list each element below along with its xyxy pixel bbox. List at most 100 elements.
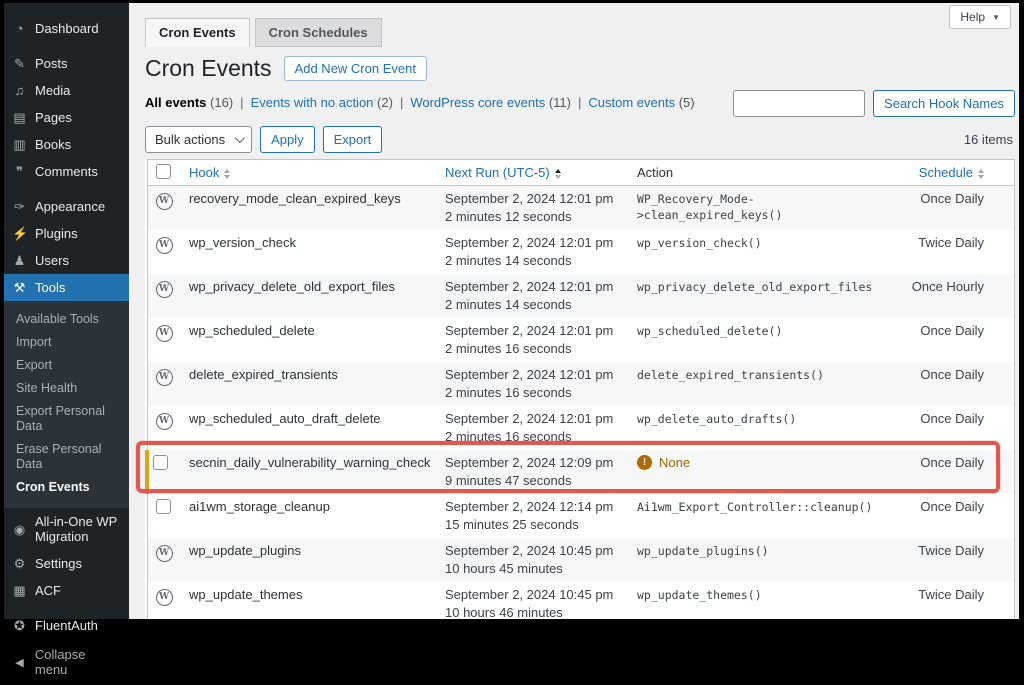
- next-run-date: September 2, 2024 12:01 pm: [445, 235, 621, 251]
- acf-icon: ▦: [12, 583, 27, 598]
- schedule-cell: Once Hourly: [871, 274, 1015, 318]
- page-title: Cron Events: [145, 55, 272, 82]
- sort-arrows-icon: [224, 169, 230, 179]
- filter-custom-events[interactable]: Custom events (5): [588, 95, 694, 110]
- next-run-date: September 2, 2024 12:01 pm: [445, 279, 621, 295]
- pushpin-icon: ✎: [12, 56, 27, 71]
- row-leading-cell: [147, 450, 181, 494]
- action-callback: wp_version_check(): [637, 236, 762, 250]
- next-run-date: September 2, 2024 12:01 pm: [445, 411, 621, 427]
- row-leading-cell: W: [147, 274, 181, 318]
- apply-button[interactable]: Apply: [260, 126, 315, 153]
- action-callback: wp_scheduled_delete(): [637, 324, 782, 338]
- schedule-value: Twice Daily: [918, 543, 984, 558]
- submenu-item-site-health[interactable]: Site Health: [4, 377, 129, 400]
- action-cell: ! None: [629, 450, 871, 494]
- filter-wordpress-core-events[interactable]: WordPress core events (11): [410, 95, 571, 110]
- next-run-date: September 2, 2024 12:09 pm: [445, 455, 621, 471]
- submenu-item-available-tools[interactable]: Available Tools: [4, 308, 129, 331]
- schedule-value: Once Daily: [920, 191, 984, 206]
- filter-all-events[interactable]: All events (16): [145, 95, 233, 110]
- sidebar-item-plugins[interactable]: ⚡Plugins: [4, 220, 129, 247]
- next-run-relative: 2 minutes 16 seconds: [445, 385, 621, 401]
- filters-and-search-row: All events (16) | Events with no action (2…: [145, 90, 1015, 117]
- filter-separator: |: [240, 95, 243, 110]
- event-filters: All events (16) | Events with no action (2…: [145, 90, 695, 110]
- tab-cron-schedules[interactable]: Cron Schedules: [255, 18, 382, 47]
- collapse-menu-label: Collapse menu: [35, 647, 121, 677]
- sidebar-item-ai1wm[interactable]: ◉All-in-One WP Migration: [4, 508, 129, 550]
- submenu-item-import[interactable]: Import: [4, 331, 129, 354]
- sidebar-item-dashboard[interactable]: ◔Dashboard: [4, 15, 129, 42]
- admin-menu-lower: ◉All-in-One WP Migration⚙Settings▦ACF ✪Fl…: [4, 508, 129, 639]
- row-checkbox[interactable]: [153, 455, 168, 470]
- action-warning: ! None: [637, 455, 863, 470]
- settings-icon: ⚙: [12, 556, 27, 571]
- action-cell: wp_scheduled_delete(): [629, 318, 871, 362]
- action-callback: Ai1wm_Export_Controller::cleanup(): [637, 500, 871, 514]
- column-header-hook[interactable]: Hook: [181, 160, 437, 186]
- sidebar-item-appearance[interactable]: ✑Appearance: [4, 193, 129, 220]
- filter-count: (11): [549, 95, 571, 110]
- submenu-item-erase-personal-data[interactable]: Erase Personal Data: [4, 438, 129, 476]
- users-icon: ♟: [12, 253, 27, 268]
- filter-count: (5): [679, 95, 695, 110]
- warning-icon: !: [637, 455, 652, 470]
- export-button[interactable]: Export: [323, 126, 383, 153]
- row-checkbox[interactable]: [156, 499, 171, 514]
- sidebar-item-acf[interactable]: ▦ACF: [4, 577, 129, 604]
- search-input[interactable]: [733, 90, 865, 117]
- table-row: Wdelete_expired_transientsSeptember 2, 2…: [147, 362, 1015, 406]
- help-button[interactable]: Help ▼: [949, 5, 1011, 29]
- search-area: Search Hook Names: [733, 90, 1015, 117]
- sidebar-item-pages[interactable]: ▤Pages: [4, 104, 129, 131]
- sidebar-item-fluentauth[interactable]: ✪FluentAuth: [4, 612, 129, 639]
- select-all-checkbox[interactable]: [156, 164, 171, 179]
- filter-events-with-no-action[interactable]: Events with no action (2): [251, 95, 393, 110]
- submenu-item-export[interactable]: Export: [4, 354, 129, 377]
- row-leading-cell: W: [147, 230, 181, 274]
- tab-cron-events[interactable]: Cron Events: [145, 18, 250, 47]
- fluentauth-icon: ✪: [12, 618, 27, 633]
- sidebar-item-users[interactable]: ♟Users: [4, 247, 129, 274]
- add-new-cron-event-button[interactable]: Add New Cron Event: [284, 56, 427, 81]
- column-header-next-run[interactable]: Next Run (UTC-5): [437, 160, 629, 186]
- filter-separator: |: [578, 95, 581, 110]
- hook-cell: wp_scheduled_auto_draft_delete: [181, 406, 437, 450]
- schedule-value: Once Daily: [920, 367, 984, 382]
- schedule-cell: Twice Daily: [871, 582, 1015, 619]
- search-hook-names-button[interactable]: Search Hook Names: [873, 90, 1015, 117]
- wordpress-logo-icon: W: [156, 193, 173, 210]
- sidebar-item-label: Media: [35, 83, 70, 98]
- submenu-item-export-personal-data[interactable]: Export Personal Data: [4, 400, 129, 438]
- bulk-actions-select[interactable]: Bulk actions: [145, 126, 252, 153]
- filter-label: Events with no action: [251, 95, 374, 110]
- action-callback: WP_Recovery_Mode->clean_expired_keys(): [637, 192, 782, 222]
- main-content: Help ▼ Cron EventsCron Schedules Cron Ev…: [129, 3, 1019, 619]
- sidebar-item-books[interactable]: ▥Books: [4, 131, 129, 158]
- schedule-cell: Once Daily: [871, 186, 1015, 231]
- action-cell: wp_update_themes(): [629, 582, 871, 619]
- sidebar-item-pushpin[interactable]: ✎Posts: [4, 50, 129, 77]
- sidebar-item-label: Books: [35, 137, 71, 152]
- filter-label: Custom events: [588, 95, 675, 110]
- nav-tabs: Cron EventsCron Schedules: [145, 18, 1015, 47]
- sidebar-item-comments[interactable]: ❞Comments: [4, 158, 129, 185]
- plugins-icon: ⚡: [12, 226, 27, 241]
- row-leading-cell: W: [147, 362, 181, 406]
- submenu-item-cron-events[interactable]: Cron Events: [4, 476, 129, 499]
- sidebar-item-media[interactable]: ♫ Media: [4, 77, 129, 104]
- collapse-menu-button[interactable]: ◀ Collapse menu: [4, 639, 129, 685]
- sidebar-item-settings[interactable]: ⚙Settings: [4, 550, 129, 577]
- filter-count: (16): [210, 95, 233, 110]
- filter-label: All events: [145, 95, 206, 110]
- schedule-value: Once Daily: [920, 455, 984, 470]
- sidebar-item-tools[interactable]: ⚒Tools: [4, 274, 129, 301]
- schedule-cell: Twice Daily: [871, 538, 1015, 582]
- action-none-label: None: [659, 455, 690, 470]
- wordpress-logo-icon: W: [156, 237, 173, 254]
- column-header-schedule[interactable]: Schedule: [871, 160, 1015, 186]
- media-icon: ♫: [12, 83, 27, 98]
- wordpress-logo-icon: W: [156, 589, 173, 606]
- next-run-cell: September 2, 2024 12:01 pm2 minutes 14 s…: [437, 230, 629, 274]
